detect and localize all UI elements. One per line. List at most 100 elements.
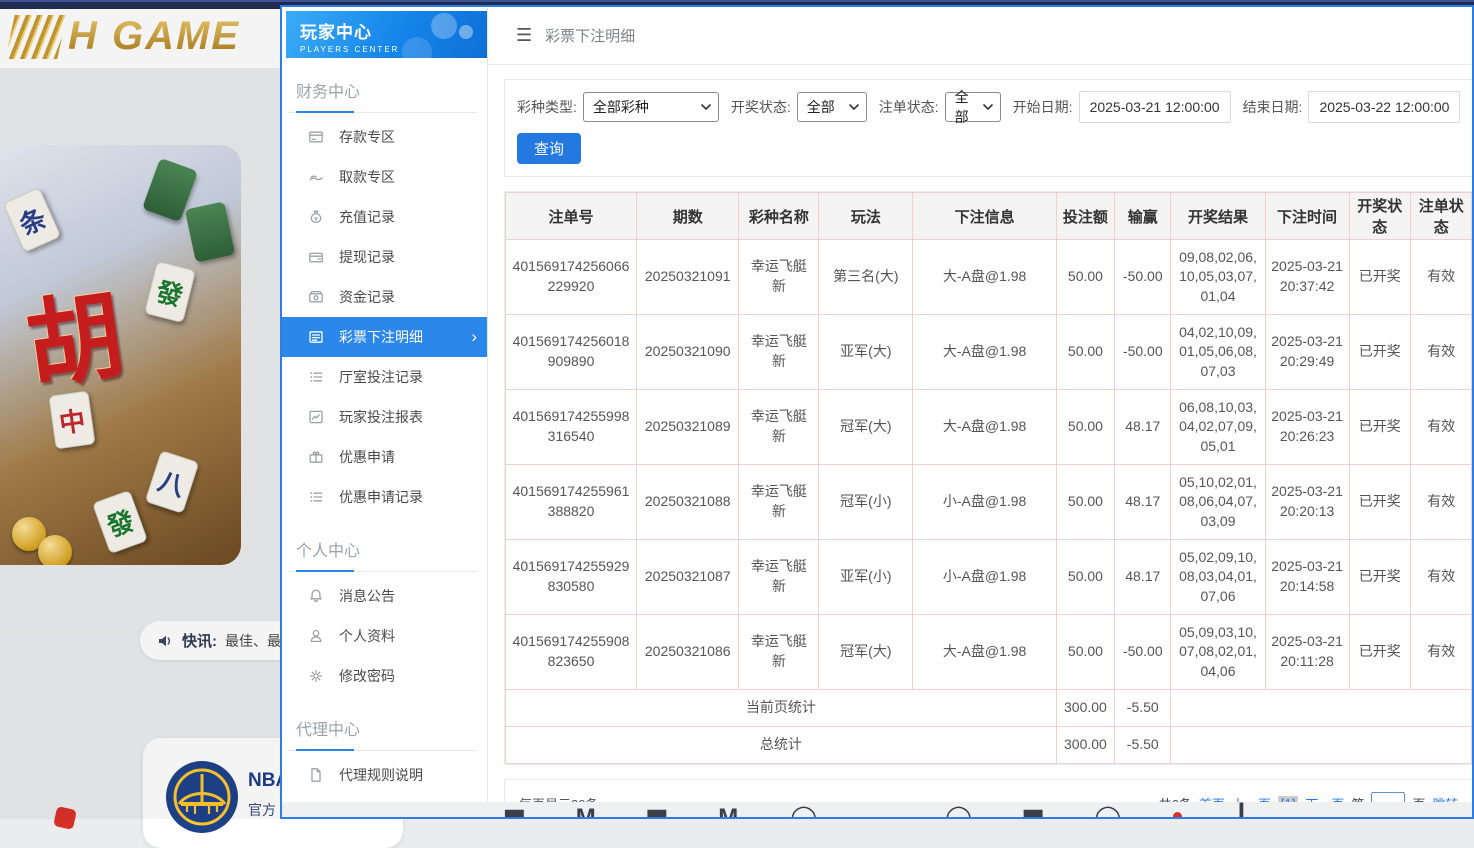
table-row: 40156917425606622992020250321091幸运飞艇新第三名…: [506, 240, 1472, 315]
bet-table: 注单号期数彩种名称玩法下注信息投注额输赢开奖结果下注时间开奖状态注单状态 401…: [505, 192, 1472, 764]
main-topbar: ☰ 彩票下注明细: [488, 7, 1474, 65]
partial-icon: M: [576, 806, 596, 817]
table-cell: 已开奖: [1349, 240, 1410, 315]
total-stats-label: 总统计: [506, 727, 1057, 764]
table-cell: 有效: [1410, 615, 1472, 690]
sidebar-section-title: 代理中心: [288, 712, 477, 751]
sidebar-item[interactable]: 提现记录: [282, 237, 487, 277]
sidebar-item[interactable]: 个人资料: [282, 616, 487, 656]
report-chart-icon: [308, 409, 324, 425]
start-date-input[interactable]: [1079, 91, 1231, 123]
bet-table-wrap: 注单号期数彩种名称玩法下注信息投注额输赢开奖结果下注时间开奖状态注单状态 401…: [504, 191, 1473, 765]
deposit-card-icon: [308, 129, 324, 145]
table-header-cell: 期数: [637, 193, 739, 240]
table-cell: 20250321086: [637, 615, 739, 690]
sidebar-item[interactable]: 代理规则说明: [282, 755, 487, 795]
promo-gift-icon: [308, 449, 324, 465]
sidebar-item[interactable]: 资金记录: [282, 277, 487, 317]
wallet-icon: [308, 249, 324, 265]
table-cell: 05,09,03,10,07,08,02,01,04,06: [1171, 615, 1265, 690]
sidebar-item-label: 充值记录: [339, 207, 395, 227]
table-cell: 50.00: [1056, 465, 1114, 540]
table-cell: 48.17: [1115, 390, 1171, 465]
table-header-cell: 玩法: [819, 193, 913, 240]
bet-status-label: 注单状态:: [879, 97, 939, 117]
lottery-type-value: 全部彩种: [593, 97, 649, 117]
table-cell: 50.00: [1056, 540, 1114, 615]
table-cell: 小-A盘@1.98: [913, 540, 1056, 615]
hamburger-icon[interactable]: ☰: [516, 25, 532, 46]
sidebar-item[interactable]: 存款专区: [282, 117, 487, 157]
table-cell: 401569174255908823650: [506, 615, 637, 690]
sidebar-item[interactable]: 优惠申请: [282, 437, 487, 477]
table-cell: 已开奖: [1349, 315, 1410, 390]
bet-status-select[interactable]: 全部: [945, 92, 1001, 122]
sidebar-item[interactable]: 修改密码: [282, 656, 487, 696]
table-cell: 401569174256018909890: [506, 315, 637, 390]
sidebar-item[interactable]: 玩家投注报表: [282, 397, 487, 437]
table-cell: 50.00: [1056, 315, 1114, 390]
sidebar-item[interactable]: 彩票下注明细 ›: [282, 317, 487, 357]
sidebar-item[interactable]: 优惠申请记录: [282, 477, 487, 517]
table-cell: -50.00: [1115, 315, 1171, 390]
sidebar-item-label: 代理规则说明: [339, 765, 423, 785]
sidebar-item[interactable]: 取款专区: [282, 157, 487, 197]
table-cell: 冠军(大): [819, 615, 913, 690]
table-cell: 亚军(小): [819, 540, 913, 615]
table-cell: 2025-03-21 20:20:13: [1265, 465, 1349, 540]
sidebar-item-label: 取款专区: [339, 167, 395, 187]
table-row: 40156917425592983058020250321087幸运飞艇新亚军(…: [506, 540, 1472, 615]
gear-icon: [308, 668, 324, 684]
draw-status-select[interactable]: 全部: [797, 92, 867, 122]
chevron-down-icon: [849, 104, 859, 110]
table-cell: 已开奖: [1349, 465, 1410, 540]
total-stats-bet: 300.00: [1056, 727, 1114, 764]
table-cell: 2025-03-21 20:11:28: [1265, 615, 1349, 690]
table-header-cell: 彩种名称: [739, 193, 819, 240]
table-header-cell: 注单号: [506, 193, 637, 240]
sidebar-item-label: 优惠申请记录: [339, 487, 423, 507]
main-panel: ☰ 彩票下注明细 彩种类型: 全部彩种 开奖状态: 全部 注单状态:: [488, 7, 1474, 817]
table-cell: 50.00: [1056, 240, 1114, 315]
page-stats-empty: [1171, 690, 1472, 727]
sidebar-item[interactable]: 消息公告: [282, 576, 487, 616]
table-header-cell: 输赢: [1115, 193, 1171, 240]
chevron-right-icon: ›: [471, 327, 477, 347]
sidebar-item[interactable]: 厅室投注记录: [282, 357, 487, 397]
sidebar-sections: 财务中心存款专区取款专区充值记录提现记录资金记录彩票下注明细›厅室投注记录玩家投…: [282, 74, 487, 819]
sidebar-section-title: 个人中心: [288, 533, 477, 572]
table-cell: 401569174255961388820: [506, 465, 637, 540]
table-cell: 48.17: [1115, 540, 1171, 615]
table-cell: 幸运飞艇新: [739, 315, 819, 390]
table-cell: 幸运飞艇新: [739, 540, 819, 615]
bet-detail-icon: [308, 329, 324, 345]
bet-status-value: 全部: [955, 87, 975, 127]
page-stats-bet: 300.00: [1056, 690, 1114, 727]
table-cell: 第三名(大): [819, 240, 913, 315]
table-cell: 大-A盘@1.98: [913, 390, 1056, 465]
search-button[interactable]: 查询: [517, 133, 581, 164]
table-cell: 50.00: [1056, 615, 1114, 690]
table-cell: 有效: [1410, 540, 1472, 615]
table-cell: 05,02,09,10,08,03,04,01,07,06: [1171, 540, 1265, 615]
table-row: 40156917425596138882020250321088幸运飞艇新冠军(…: [506, 465, 1472, 540]
end-date-label: 结束日期:: [1243, 97, 1303, 117]
table-cell: 20250321087: [637, 540, 739, 615]
sidebar-item[interactable]: 充值记录: [282, 197, 487, 237]
gamepad-decor-icon: [431, 13, 457, 39]
partial-icon: ◯: [1094, 806, 1121, 817]
sidebar-item-label: 彩票下注明细: [339, 327, 423, 347]
partial-icon: ▆: [648, 806, 666, 817]
table-row: 40156917425590882365020250321086幸运飞艇新冠军(…: [506, 615, 1472, 690]
total-stats-winloss: -5.50: [1115, 727, 1171, 764]
table-cell: 有效: [1410, 315, 1472, 390]
sidebar-item-label: 个人资料: [339, 626, 395, 646]
table-cell: 50.00: [1056, 390, 1114, 465]
table-cell: 401569174255998316540: [506, 390, 637, 465]
draw-status-value: 全部: [807, 97, 835, 117]
end-date-input[interactable]: [1308, 91, 1460, 123]
partial-icon: ◯: [945, 806, 972, 817]
table-header-cell: 开奖结果: [1171, 193, 1265, 240]
table-cell: 2025-03-21 20:29:49: [1265, 315, 1349, 390]
lottery-type-select[interactable]: 全部彩种: [583, 92, 719, 122]
